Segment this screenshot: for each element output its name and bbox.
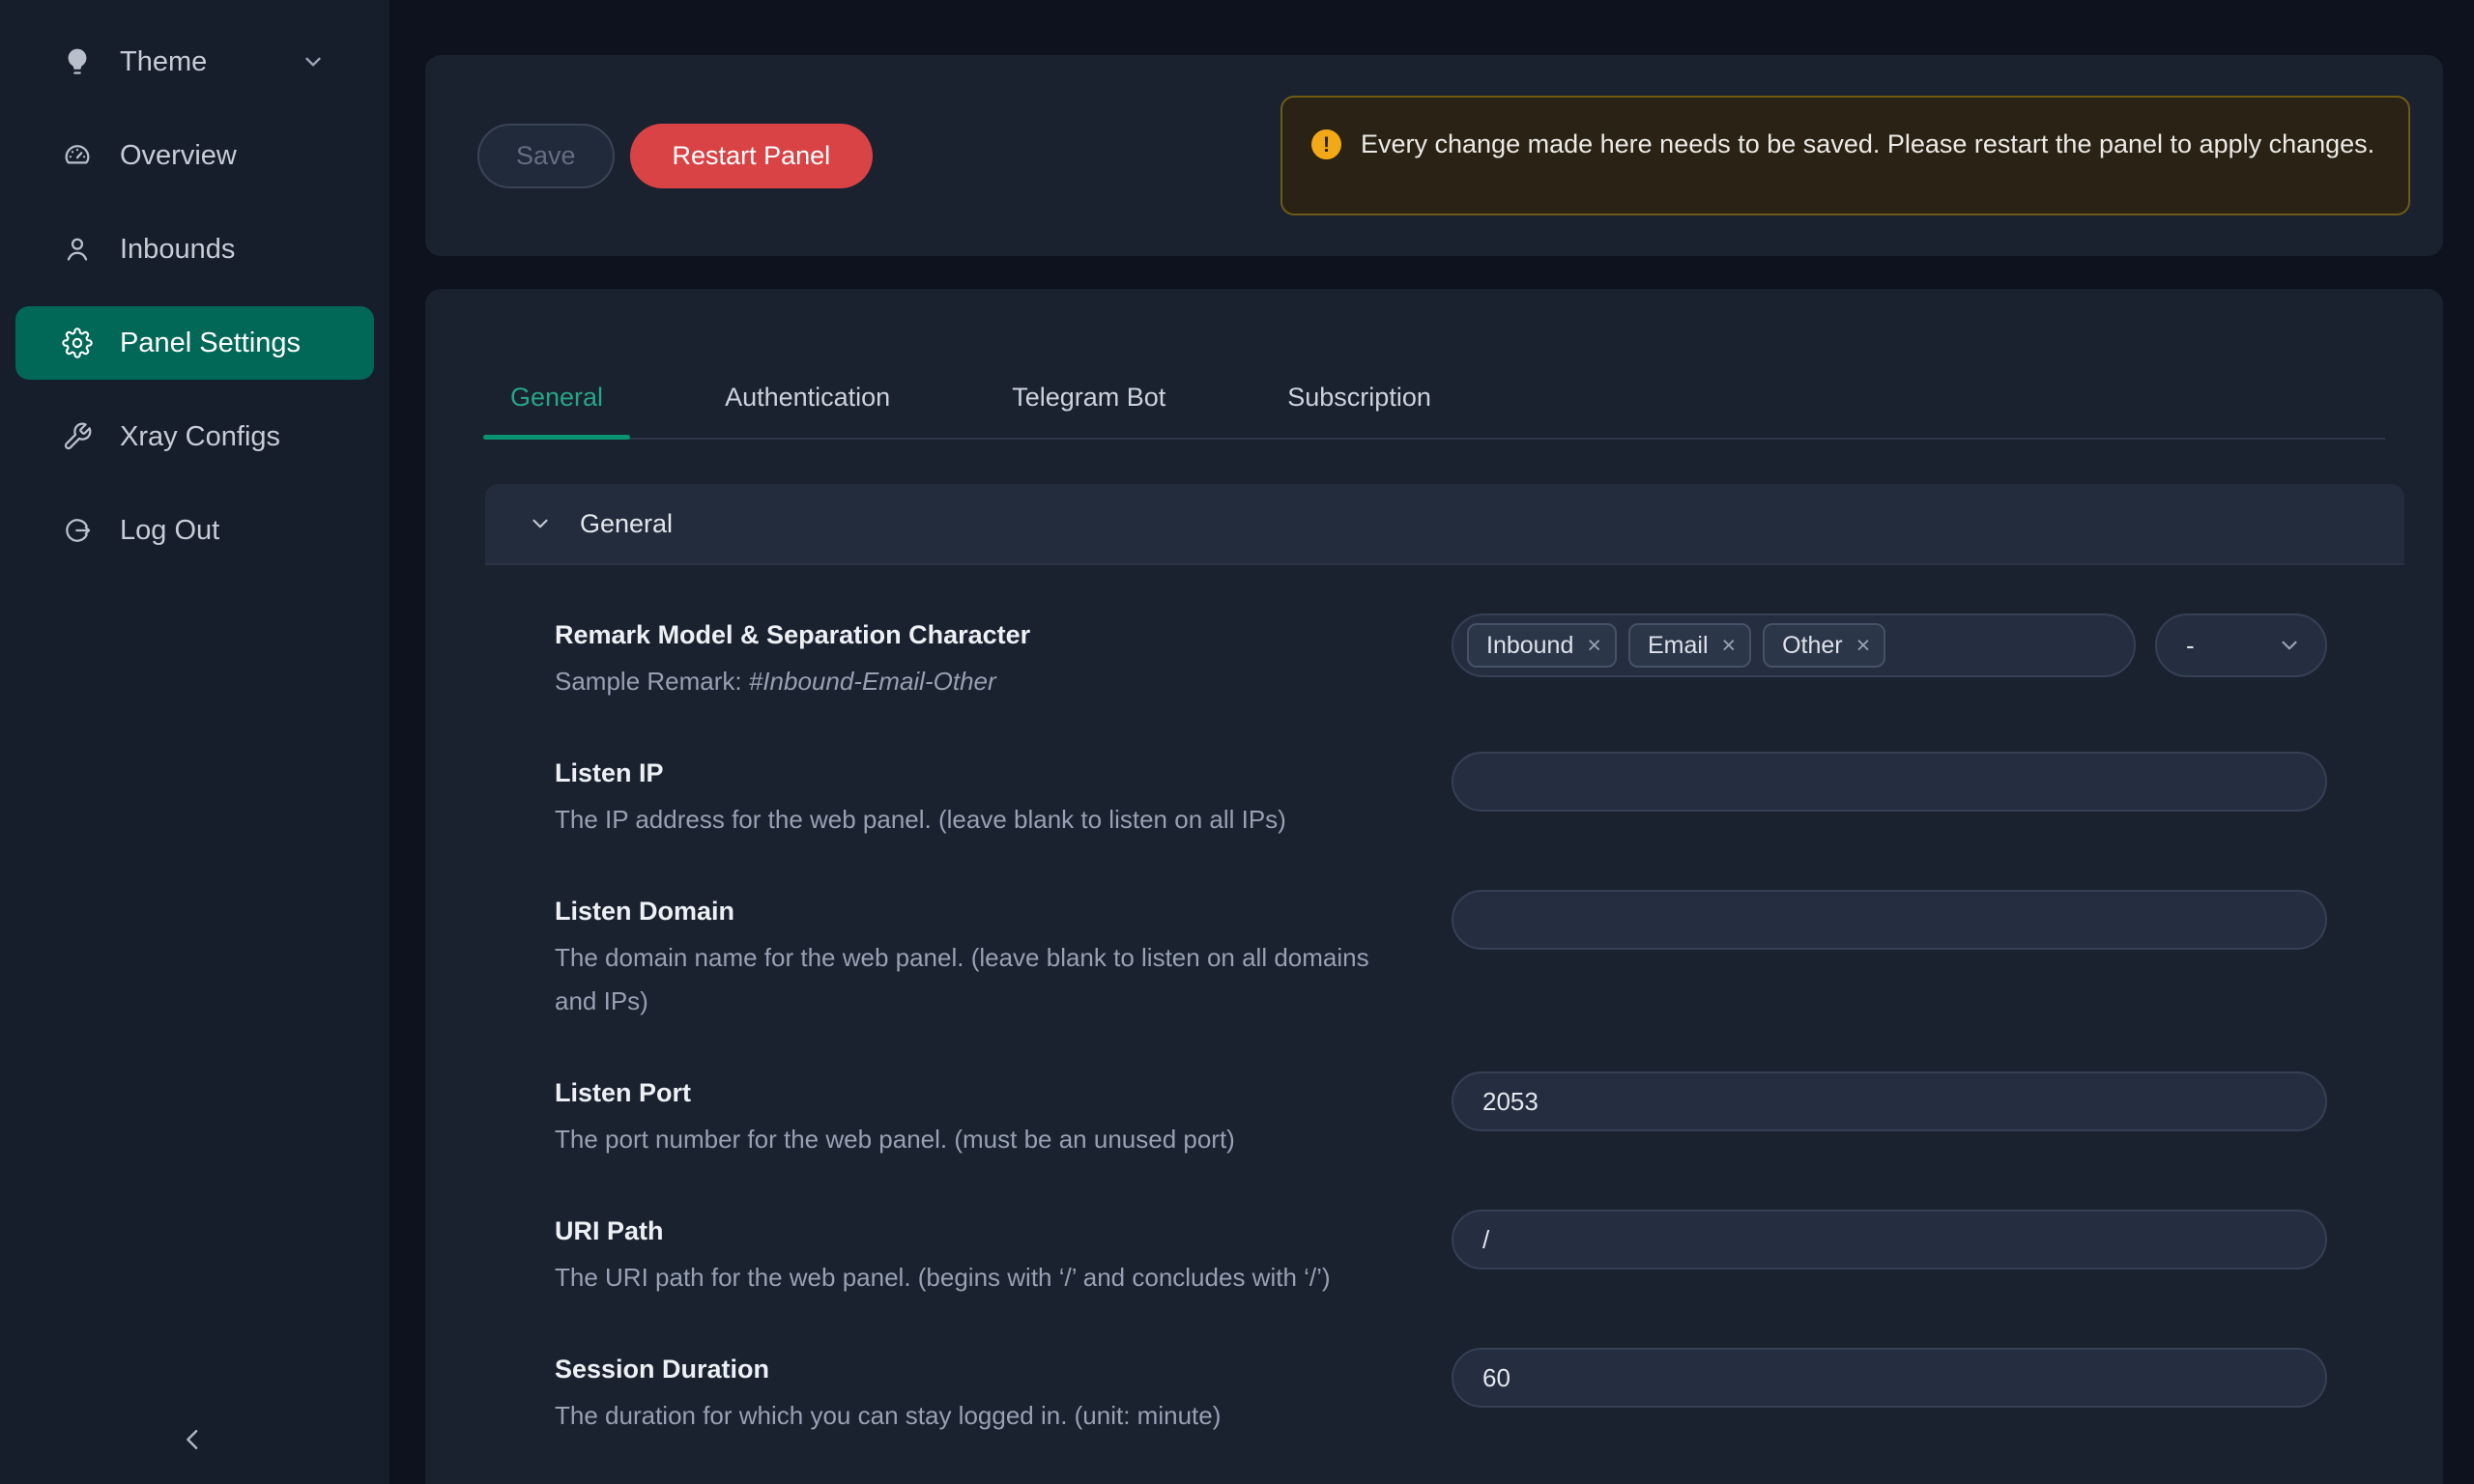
field-desc: The IP address for the web panel. (leave… <box>555 798 1394 842</box>
field-label: Listen IP <box>555 752 1394 794</box>
tag-other: Other × <box>1763 623 1885 668</box>
sidebar-item-overview[interactable]: Overview <box>15 119 374 192</box>
sidebar-item-label: Xray Configs <box>120 421 326 453</box>
sidebar-item-panel-settings[interactable]: Panel Settings <box>15 306 374 380</box>
tag-label: Email <box>1648 632 1709 660</box>
field-label: Session Duration <box>555 1348 1394 1390</box>
field-desc: The duration for which you can stay logg… <box>555 1394 1394 1438</box>
settings-tabbar: General Authentication Telegram Bot Subs… <box>483 289 2385 440</box>
restart-panel-button[interactable]: Restart Panel <box>630 124 874 188</box>
tag-remove-icon[interactable]: × <box>1853 632 1875 660</box>
field-desc: Sample Remark: #Inbound-Email-Other <box>555 660 1394 703</box>
sidebar-item-logout[interactable]: Log Out <box>15 494 374 567</box>
panel-settings-card: General Authentication Telegram Bot Subs… <box>425 289 2443 1484</box>
theme-label: Theme <box>120 46 301 78</box>
tab-telegram-bot[interactable]: Telegram Bot <box>985 357 1193 438</box>
listen-domain-input[interactable] <box>1452 890 2327 950</box>
remark-model-multiselect[interactable]: Inbound × Email × Other × <box>1452 614 2136 677</box>
person-icon <box>62 234 93 265</box>
sidebar-item-label: Panel Settings <box>120 328 326 359</box>
listen-ip-input[interactable] <box>1452 752 2327 812</box>
toolbar-card: Save Restart Panel ! Every change made h… <box>425 55 2443 256</box>
warning-alert-text: Every change made here needs to be saved… <box>1361 123 2374 165</box>
tab-subscription[interactable]: Subscription <box>1260 357 1458 438</box>
app-root: Theme Overview <box>0 0 2474 1484</box>
gauge-icon <box>62 140 93 171</box>
form-row-uri-path: URI Path The URI path for the web panel.… <box>555 1210 2327 1299</box>
field-desc: The URI path for the web panel. (begins … <box>555 1256 1394 1299</box>
tag-label: Inbound <box>1486 632 1573 660</box>
sidebar-item-xray-configs[interactable]: Xray Configs <box>15 400 374 473</box>
sample-remark-value: #Inbound-Email-Other <box>749 667 996 696</box>
general-form: Remark Model & Separation Character Samp… <box>485 565 2404 1484</box>
sidebar-item-label: Log Out <box>120 515 326 547</box>
chevron-down-icon <box>2277 633 2302 658</box>
tag-email: Email × <box>1628 623 1751 668</box>
tag-remove-icon[interactable]: × <box>1718 632 1740 660</box>
chevron-down-icon <box>528 511 553 536</box>
wrench-icon <box>62 421 93 452</box>
form-row-listen-port: Listen Port The port number for the web … <box>555 1071 2327 1161</box>
sidebar-collapse-button[interactable] <box>162 1409 224 1470</box>
separator-select-value: - <box>2186 631 2195 661</box>
lightbulb-icon <box>62 46 93 77</box>
sample-remark-prefix: Sample Remark: <box>555 667 749 696</box>
general-collapse-header[interactable]: General <box>485 484 2404 565</box>
listen-port-input[interactable] <box>1452 1071 2327 1131</box>
save-button[interactable]: Save <box>477 124 615 188</box>
general-collapse: General Remark Model & Separation Charac… <box>485 484 2404 1484</box>
gear-icon <box>62 328 93 358</box>
uri-path-input[interactable] <box>1452 1210 2327 1270</box>
chevron-left-icon <box>179 1425 208 1454</box>
form-row-remark-model: Remark Model & Separation Character Samp… <box>555 614 2327 703</box>
field-desc: The port number for the web panel. (must… <box>555 1118 1394 1161</box>
main-content: Save Restart Panel ! Every change made h… <box>425 0 2443 1484</box>
theme-selector[interactable]: Theme <box>15 25 374 99</box>
sidebar-nav: Overview Inbounds Pane <box>0 119 389 567</box>
field-label: Listen Domain <box>555 890 1394 932</box>
tag-inbound: Inbound × <box>1467 623 1617 668</box>
sidebar-item-label: Inbounds <box>120 234 326 266</box>
exclamation-circle-icon: ! <box>1311 129 1341 159</box>
field-desc: The domain name for the web panel. (leav… <box>555 936 1394 1023</box>
tab-authentication[interactable]: Authentication <box>698 357 917 438</box>
tab-general[interactable]: General <box>483 357 630 438</box>
field-label: URI Path <box>555 1210 1394 1252</box>
separator-select[interactable]: - <box>2155 614 2327 677</box>
logout-icon <box>62 515 93 546</box>
warning-alert: ! Every change made here needs to be sav… <box>1280 96 2410 215</box>
tag-label: Other <box>1782 632 1843 660</box>
form-row-listen-domain: Listen Domain The domain name for the we… <box>555 890 2327 1023</box>
sidebar-item-label: Overview <box>120 140 326 172</box>
session-duration-input[interactable] <box>1452 1348 2327 1408</box>
form-row-listen-ip: Listen IP The IP address for the web pan… <box>555 752 2327 842</box>
field-label: Remark Model & Separation Character <box>555 614 1394 656</box>
collapse-title: General <box>580 509 673 539</box>
sidebar-item-inbounds[interactable]: Inbounds <box>15 213 374 286</box>
form-row-session-duration: Session Duration The duration for which … <box>555 1348 2327 1438</box>
field-label: Listen Port <box>555 1071 1394 1114</box>
tag-remove-icon[interactable]: × <box>1583 632 1605 660</box>
chevron-down-icon <box>301 49 326 74</box>
sidebar: Theme Overview <box>0 0 389 1484</box>
